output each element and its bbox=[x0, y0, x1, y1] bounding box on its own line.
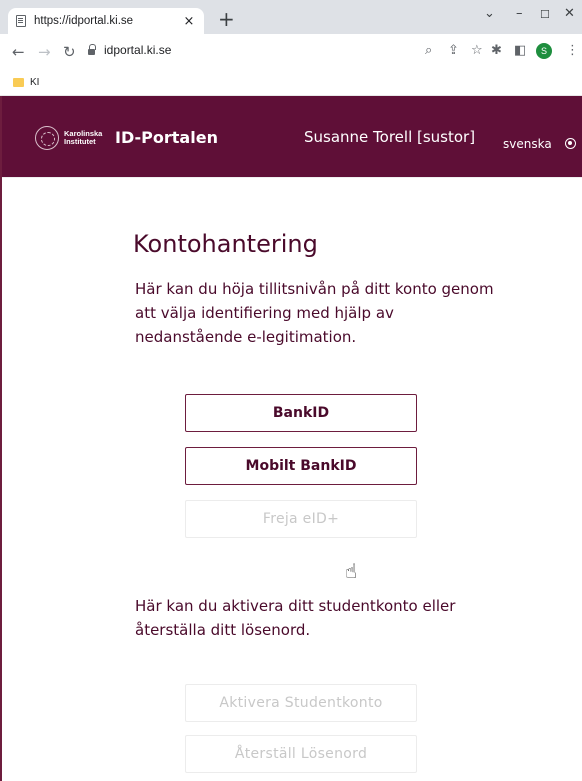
main-content: Kontohantering Här kan du höja tillitsni… bbox=[2, 178, 582, 781]
ki-logo-text: Karolinska Institutet bbox=[64, 130, 102, 146]
page-icon bbox=[16, 15, 26, 27]
page-title: Kontohantering bbox=[133, 230, 318, 258]
freja-eid-button[interactable]: Freja eID+ bbox=[185, 500, 417, 538]
bookmark-folder-ki[interactable]: KI bbox=[30, 77, 39, 88]
address-bar[interactable]: idportal.ki.se bbox=[88, 39, 498, 61]
bookmarks-bar: KI bbox=[0, 74, 582, 96]
maximize-icon[interactable]: ☐ bbox=[540, 8, 550, 21]
lock-icon[interactable] bbox=[88, 43, 96, 55]
mobilt-bankid-button[interactable]: Mobilt BankID bbox=[185, 447, 417, 485]
browser-toolbar: ← → ↻ idportal.ki.se ⌕ ⇪ ☆ ✱ ◧ S ⋮ bbox=[0, 34, 582, 74]
browser-tab[interactable]: https://idportal.ki.se × bbox=[8, 8, 204, 34]
language-link[interactable]: svenska bbox=[503, 137, 552, 151]
side-panel-icon[interactable]: ◧ bbox=[514, 43, 526, 58]
bankid-button[interactable]: BankID bbox=[185, 394, 417, 432]
zoom-icon[interactable]: ⌕ bbox=[425, 43, 432, 58]
new-tab-button[interactable]: + bbox=[218, 9, 235, 29]
hand-cursor-icon: ☝ bbox=[345, 559, 358, 583]
tab-title: https://idportal.ki.se bbox=[34, 15, 134, 27]
site-header: Karolinska Institutet ID-Portalen Susann… bbox=[2, 96, 582, 178]
forward-icon[interactable]: → bbox=[38, 43, 51, 61]
intro-text: Här kan du höja tillitsnivån på ditt kon… bbox=[135, 280, 494, 346]
bookmark-star-icon[interactable]: ☆ bbox=[471, 43, 483, 58]
folder-icon[interactable] bbox=[13, 78, 24, 87]
activate-student-account-button[interactable]: Aktivera Studentkonto bbox=[185, 684, 417, 722]
ki-logo-line2: Institutet bbox=[64, 137, 96, 146]
extensions-icon[interactable]: ✱ bbox=[491, 43, 502, 58]
ki-seal-icon bbox=[35, 126, 59, 150]
share-icon[interactable]: ⇪ bbox=[448, 43, 459, 58]
reset-password-button[interactable]: Återställ Lösenord bbox=[185, 735, 417, 773]
reload-icon[interactable]: ↻ bbox=[63, 43, 76, 61]
tab-search-icon[interactable]: ⌄ bbox=[484, 6, 495, 21]
menu-icon[interactable]: ⋮ bbox=[566, 43, 579, 58]
profile-avatar[interactable]: S bbox=[536, 43, 552, 59]
user-name: Susanne Torell [sustor] bbox=[304, 128, 476, 146]
url-text[interactable]: idportal.ki.se bbox=[104, 43, 171, 57]
minimize-icon[interactable]: – bbox=[516, 6, 523, 21]
close-icon[interactable]: × bbox=[182, 14, 196, 29]
ki-logo[interactable]: Karolinska Institutet bbox=[35, 126, 102, 150]
window-close-icon[interactable]: ✕ bbox=[564, 6, 575, 21]
globe-icon[interactable] bbox=[565, 138, 576, 149]
site-title[interactable]: ID-Portalen bbox=[115, 128, 218, 147]
student-info-text: Här kan du aktivera ditt studentkonto el… bbox=[135, 597, 456, 639]
back-icon[interactable]: ← bbox=[12, 43, 25, 61]
page: Karolinska Institutet ID-Portalen Susann… bbox=[0, 96, 582, 781]
browser-tabstrip: https://idportal.ki.se × + ⌄ – ☐ ✕ bbox=[0, 0, 582, 34]
